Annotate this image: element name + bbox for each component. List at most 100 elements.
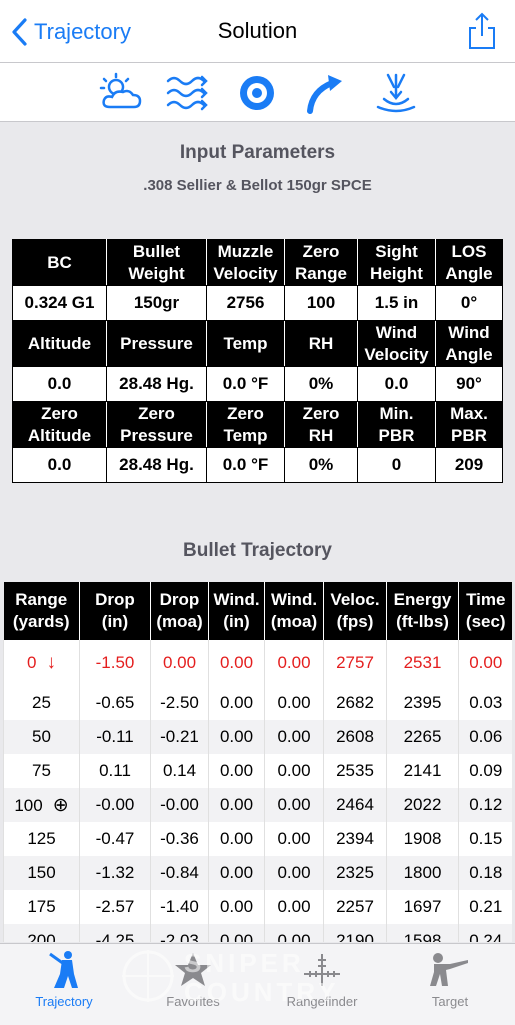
trajectory-header-cell: Energy (ft-lbs) [386, 582, 459, 640]
zero-drop-button[interactable] [372, 71, 420, 115]
drop-in-cell: -2.57 [79, 890, 151, 924]
params-header-text: PBR [451, 425, 487, 445]
tab-rangefinder[interactable]: Rangefinder [272, 950, 372, 1018]
params-value-cell: 0 [357, 447, 436, 483]
drop-in-cell: -0.47 [79, 822, 151, 856]
range-value: 25 [32, 693, 51, 712]
wind-moa-cell: 0.00 [264, 890, 324, 924]
params-header-row: Altitude Pressure Temp RH Wind Velocity Wind An… [12, 320, 503, 367]
range-value: 125 [27, 829, 56, 848]
params-header-text: Zero [302, 241, 340, 261]
trajectory-button[interactable] [302, 71, 350, 115]
params-value-row: 0.0 28.48 Hg. 0.0 °F 0% 0 209 [12, 447, 503, 483]
input-parameters-title: Input Parameters [179, 142, 336, 163]
params-header-text: Temp [223, 425, 268, 445]
params-header-text: Muzzle [217, 241, 274, 261]
params-header-cell: LOS Angle [435, 239, 503, 286]
energy-cell: 1908 [386, 822, 459, 856]
table-row[interactable]: 50 -0.11 -0.21 0.00 0.00 2608 2265 0.06 [3, 720, 512, 754]
params-header-text: Altitude [27, 425, 92, 445]
tab-trajectory[interactable]: Trajectory [14, 950, 114, 1018]
wind-in-cell: 0.00 [208, 754, 265, 788]
wind-moa-cell: 0.00 [264, 788, 324, 822]
tab-bar: Trajectory Favorites Rangefinder Target [0, 943, 515, 1025]
tab-rangefinder-label: Rangefinder [286, 994, 358, 1009]
range-value: 100 [14, 795, 43, 815]
params-header-cell: Temp [206, 320, 285, 367]
back-button[interactable]: Trajectory [10, 14, 131, 50]
table-row[interactable]: 200 -4.25 -2.03 0.00 0.00 2190 1598 0.24 [3, 924, 512, 942]
energy-cell: 2531 [386, 640, 459, 686]
params-header-cell: Min. PBR [357, 401, 436, 448]
wind-moa-cell: 0.00 [264, 754, 324, 788]
target-button[interactable] [233, 71, 281, 115]
drop-in-cell: -1.50 [79, 640, 151, 686]
star-icon [175, 953, 211, 986]
target-icon [240, 76, 274, 110]
drop-in-cell: -4.25 [79, 924, 151, 942]
weather-icon [99, 72, 142, 109]
params-value-cell: 0.324 G1 [12, 285, 107, 321]
table-row[interactable]: 75 0.11 0.14 0.00 0.00 2535 2141 0.09 [3, 754, 512, 788]
params-header-text: Zero [138, 403, 175, 423]
table-row[interactable]: 0 ↓ -1.50 0.00 0.00 0.00 2757 2531 0.00 [3, 640, 512, 686]
range-value: 200 [27, 931, 56, 942]
back-button-label: Trajectory [34, 19, 131, 44]
wind-in-cell: 0.00 [208, 788, 265, 822]
share-button[interactable] [467, 12, 497, 50]
input-parameters-table: BC Bullet Weight Muzzle Velocity Zero Range Sig… [12, 239, 503, 483]
trajectory-header-cell: Wind. (moa) [264, 582, 324, 640]
params-header-text: Angle [445, 263, 493, 283]
range-cell: 100 ⊕ [3, 788, 80, 822]
trajectory-header-text: Wind. [213, 590, 260, 609]
params-header-text: Angle [445, 344, 493, 364]
trajectory-table-scroll[interactable]: Range (yards) Drop (in) Drop (moa) Wind. (in) Wi… [3, 582, 512, 942]
params-header-row: BC Bullet Weight Muzzle Velocity Zero Range Sig… [12, 239, 503, 286]
range-cell: 50 [3, 720, 80, 754]
table-row[interactable]: 25 -0.65 -2.50 0.00 0.00 2682 2395 0.03 [3, 686, 512, 720]
params-header-text: Velocity [364, 344, 429, 364]
wind-in-cell: 0.00 [208, 686, 265, 720]
params-value-cell: 0.0 °F [206, 366, 285, 402]
range-value: 175 [27, 897, 56, 916]
trajectory-table: Range (yards) Drop (in) Drop (moa) Wind. (in) Wi… [3, 582, 512, 942]
wind-in-cell: 0.00 [208, 640, 265, 686]
table-row[interactable]: 100 ⊕ -0.00 -0.00 0.00 0.00 2464 2022 0.12 [3, 788, 512, 822]
wind-button[interactable] [164, 71, 212, 115]
params-value-cell: 0% [284, 366, 358, 402]
params-value-cell: 100 [284, 285, 358, 321]
velocity-cell: 2757 [323, 640, 387, 686]
table-row[interactable]: 125 -0.47 -0.36 0.00 0.00 2394 1908 0.15 [3, 822, 512, 856]
weather-button[interactable] [96, 71, 144, 115]
params-header-text: Pressure [120, 333, 193, 353]
energy-cell: 2395 [386, 686, 459, 720]
params-header-row: Zero Altitude Zero Pressure Zero Temp Zero RH Mi… [12, 401, 503, 448]
params-header-text: Altitude [27, 333, 92, 353]
hunter-icon [49, 951, 78, 988]
tab-target[interactable]: Target [400, 950, 500, 1018]
params-header-text: Temp [223, 333, 268, 353]
velocity-cell: 2257 [323, 890, 387, 924]
params-header-text: Bullet [132, 241, 181, 261]
trajectory-header-cell: Range (yards) [3, 582, 80, 640]
table-row[interactable]: 175 -2.57 -1.40 0.00 0.00 2257 1697 0.21 [3, 890, 512, 924]
drop-in-cell: -1.32 [79, 856, 151, 890]
params-header-text: Min. [379, 403, 414, 423]
params-value-cell: 1.5 in [357, 285, 436, 321]
params-header-text: Weight [128, 263, 185, 283]
trajectory-header-text: (yards) [12, 612, 70, 631]
tab-favorites[interactable]: Favorites [143, 950, 243, 1018]
params-header-text: Velocity [213, 263, 278, 283]
down-arrow-icon: ↓ [46, 652, 56, 673]
table-row[interactable]: 150 -1.32 -0.84 0.00 0.00 2325 1800 0.18 [3, 856, 512, 890]
wind-in-cell: 0.00 [208, 856, 265, 890]
time-cell: 0.15 [458, 822, 512, 856]
wind-in-cell: 0.00 [208, 720, 265, 754]
trajectory-header-cell: Wind. (in) [208, 582, 265, 640]
params-header-cell: Bullet Weight [106, 239, 207, 286]
energy-cell: 1598 [386, 924, 459, 942]
drop-in-cell: -0.65 [79, 686, 151, 720]
trajectory-header-text: Range [15, 590, 68, 609]
params-header-text: BC [47, 252, 72, 272]
params-header-cell: Zero Temp [206, 401, 285, 448]
